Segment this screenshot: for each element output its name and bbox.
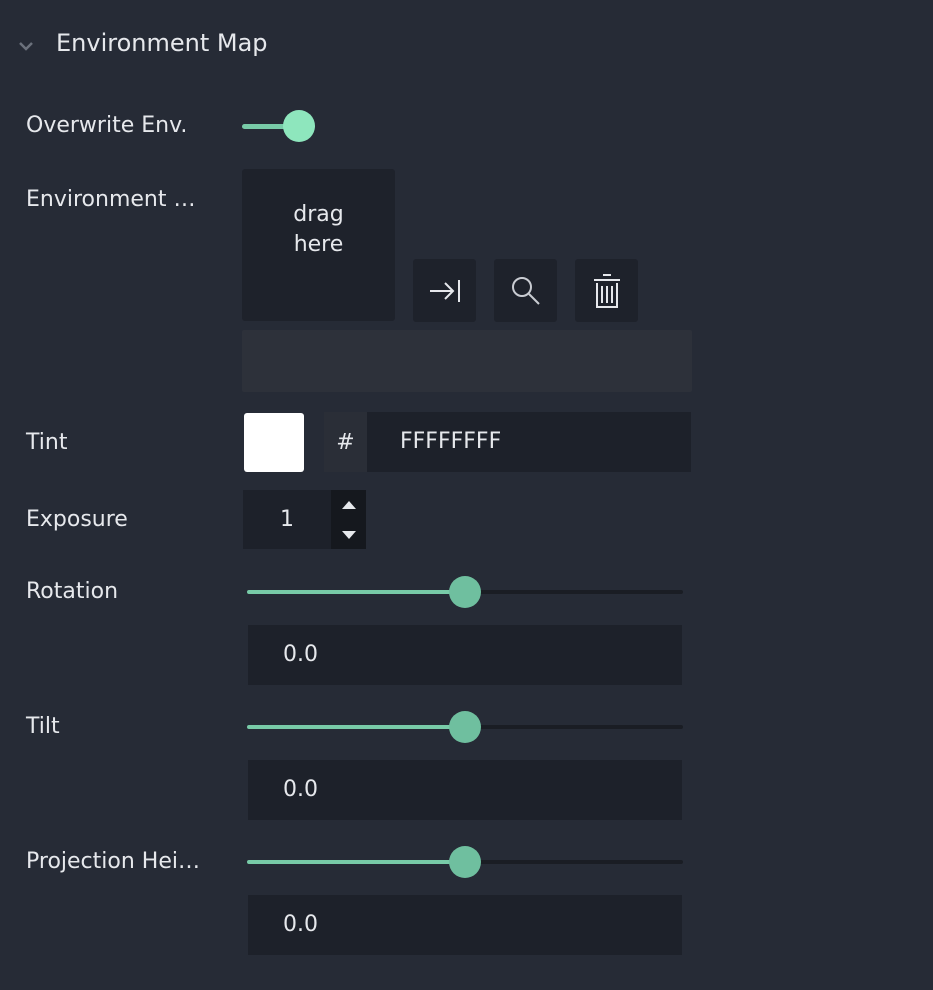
- caret-down-icon: [341, 530, 356, 539]
- overwrite-env-toggle[interactable]: [242, 110, 316, 142]
- trash-icon: [593, 273, 620, 308]
- assign-icon: [429, 279, 460, 302]
- rotation-label: Rotation: [26, 579, 119, 604]
- slider-thumb[interactable]: [449, 846, 481, 878]
- drop-text-line1: drag: [293, 202, 344, 227]
- overwrite-env-label: Overwrite Env.: [26, 113, 188, 138]
- rotation-slider[interactable]: [247, 576, 683, 608]
- rotation-value-input[interactable]: 0.0: [248, 625, 682, 685]
- environment-label: Environment …: [26, 187, 196, 212]
- tint-color-swatch[interactable]: [244, 413, 304, 472]
- chevron-down-icon[interactable]: [18, 38, 34, 54]
- increment-button[interactable]: [331, 490, 366, 519]
- drop-text-line2: here: [293, 232, 344, 257]
- decrement-button[interactable]: [331, 520, 366, 549]
- tilt-value-input[interactable]: 0.0: [248, 760, 682, 820]
- search-button[interactable]: [494, 259, 557, 322]
- slider-fill: [247, 590, 465, 594]
- delete-button[interactable]: [575, 259, 638, 322]
- tint-hex-input[interactable]: FFFFFFFF: [367, 412, 691, 472]
- texture-drop-zone[interactable]: drag here: [242, 169, 395, 321]
- exposure-stepper[interactable]: [331, 490, 366, 549]
- caret-up-icon: [341, 500, 356, 509]
- slider-fill: [247, 725, 465, 729]
- assign-button[interactable]: [413, 259, 476, 322]
- projection-height-label: Projection Hei…: [26, 849, 200, 874]
- exposure-label: Exposure: [26, 507, 128, 532]
- search-icon: [511, 276, 540, 305]
- slider-fill: [247, 860, 465, 864]
- toggle-knob[interactable]: [283, 110, 315, 142]
- environment-path-field[interactable]: [242, 330, 692, 392]
- slider-thumb[interactable]: [449, 711, 481, 743]
- tilt-slider[interactable]: [247, 711, 683, 743]
- projection-height-value-input[interactable]: 0.0: [248, 895, 682, 955]
- exposure-input[interactable]: 1: [243, 490, 331, 549]
- section-title: Environment Map: [56, 29, 268, 57]
- slider-thumb[interactable]: [449, 576, 481, 608]
- tint-label: Tint: [26, 430, 68, 455]
- tilt-label: Tilt: [26, 714, 60, 739]
- hex-prefix: #: [324, 412, 367, 472]
- projection-height-slider[interactable]: [247, 846, 683, 878]
